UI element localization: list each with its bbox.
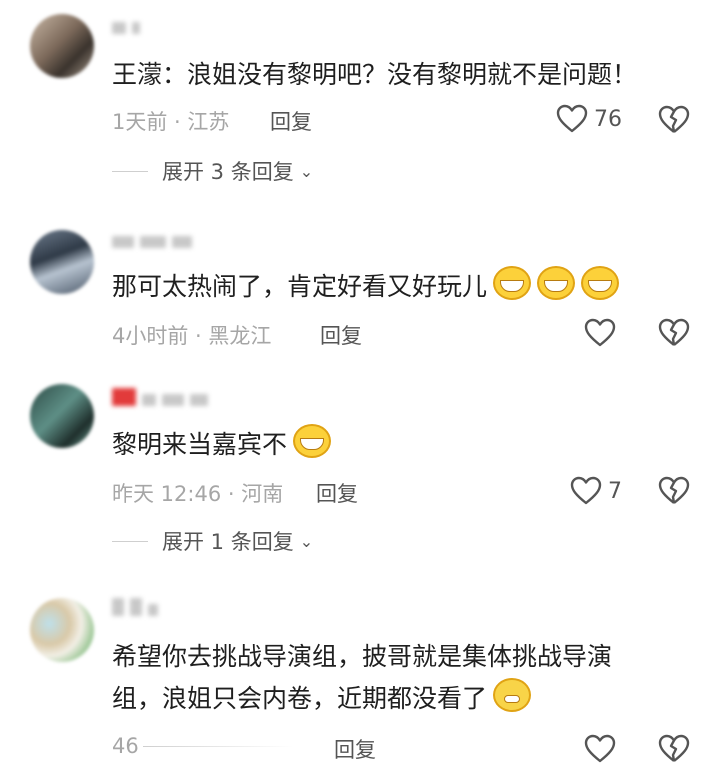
comment-text-content: 黎明来当嘉宾不 (112, 430, 288, 459)
broken-heart-icon[interactable] (658, 734, 690, 764)
username-blurred[interactable] (112, 388, 214, 410)
avatar[interactable] (30, 230, 94, 294)
like-count: 76 (594, 106, 622, 132)
expand-replies-button[interactable]: 展开 1 条回复 ⌄ (112, 526, 313, 556)
reply-button[interactable]: 回复 (334, 734, 376, 764)
reply-button[interactable]: 回复 (316, 478, 358, 508)
like-button[interactable]: 7 (570, 476, 622, 506)
comment-text-content: 组，浪姐只会内卷，近期都没看了 (112, 684, 488, 713)
avatar[interactable] (30, 14, 94, 78)
heart-outline-icon (584, 318, 616, 347)
divider (142, 745, 293, 747)
grinning-face-icon (537, 266, 576, 300)
username-blurred[interactable] (112, 232, 198, 254)
comment-meta: 46 (112, 734, 293, 758)
comment-meta: 1天前 · 江苏 (112, 110, 230, 134)
anxious-face-icon (493, 678, 532, 712)
comment-meta: 昨天 12:46 · 河南 (112, 482, 284, 506)
comment-text-line: 组，浪姐只会内卷，近期都没看了 (112, 678, 682, 720)
comment-meta-text: 46 (112, 734, 139, 758)
chevron-down-icon: ⌄ (299, 161, 314, 181)
expand-replies-label: 展开 1 条回复 (162, 530, 294, 554)
expand-replies-button[interactable]: 展开 3 条回复 ⌄ (112, 156, 313, 186)
comment-text: 王濛：浪姐没有黎明吧？没有黎明就不是问题！ (112, 60, 638, 89)
comment-text: 希望你去挑战导演组，披哥就是集体挑战导演 组，浪姐只会内卷，近期都没看了 (112, 636, 682, 720)
grinning-face-icon (493, 266, 532, 300)
broken-heart-icon[interactable] (658, 105, 690, 135)
broken-heart-icon[interactable] (658, 318, 690, 348)
like-button[interactable] (584, 318, 616, 348)
chevron-down-icon: ⌄ (299, 531, 314, 551)
username-blurred[interactable] (112, 598, 164, 620)
like-count: 7 (608, 478, 622, 504)
broken-heart-icon[interactable] (658, 476, 690, 506)
expand-replies-label: 展开 3 条回复 (162, 160, 294, 184)
username-blurred[interactable] (112, 18, 146, 40)
avatar[interactable] (30, 384, 94, 448)
heart-outline-icon (556, 104, 588, 133)
heart-outline-icon (570, 476, 602, 505)
reply-button[interactable]: 回复 (270, 106, 312, 136)
avatar[interactable] (30, 598, 94, 662)
comment-text: 黎明来当嘉宾不 (112, 424, 682, 466)
divider (112, 540, 148, 542)
like-button[interactable]: 76 (556, 104, 622, 134)
grinning-face-icon (293, 424, 332, 458)
reply-button[interactable]: 回复 (320, 320, 362, 350)
comment-text-content: 那可太热闹了，肯定好看又好玩儿 (112, 272, 488, 301)
comment-text: 那可太热闹了，肯定好看又好玩儿 (112, 266, 682, 308)
grinning-face-icon (581, 266, 620, 300)
comment-text-line: 希望你去挑战导演组，披哥就是集体挑战导演 (112, 642, 613, 671)
divider (112, 170, 148, 172)
comment-meta: 4小时前 · 黑龙江 (112, 324, 272, 348)
heart-outline-icon[interactable] (584, 734, 616, 764)
